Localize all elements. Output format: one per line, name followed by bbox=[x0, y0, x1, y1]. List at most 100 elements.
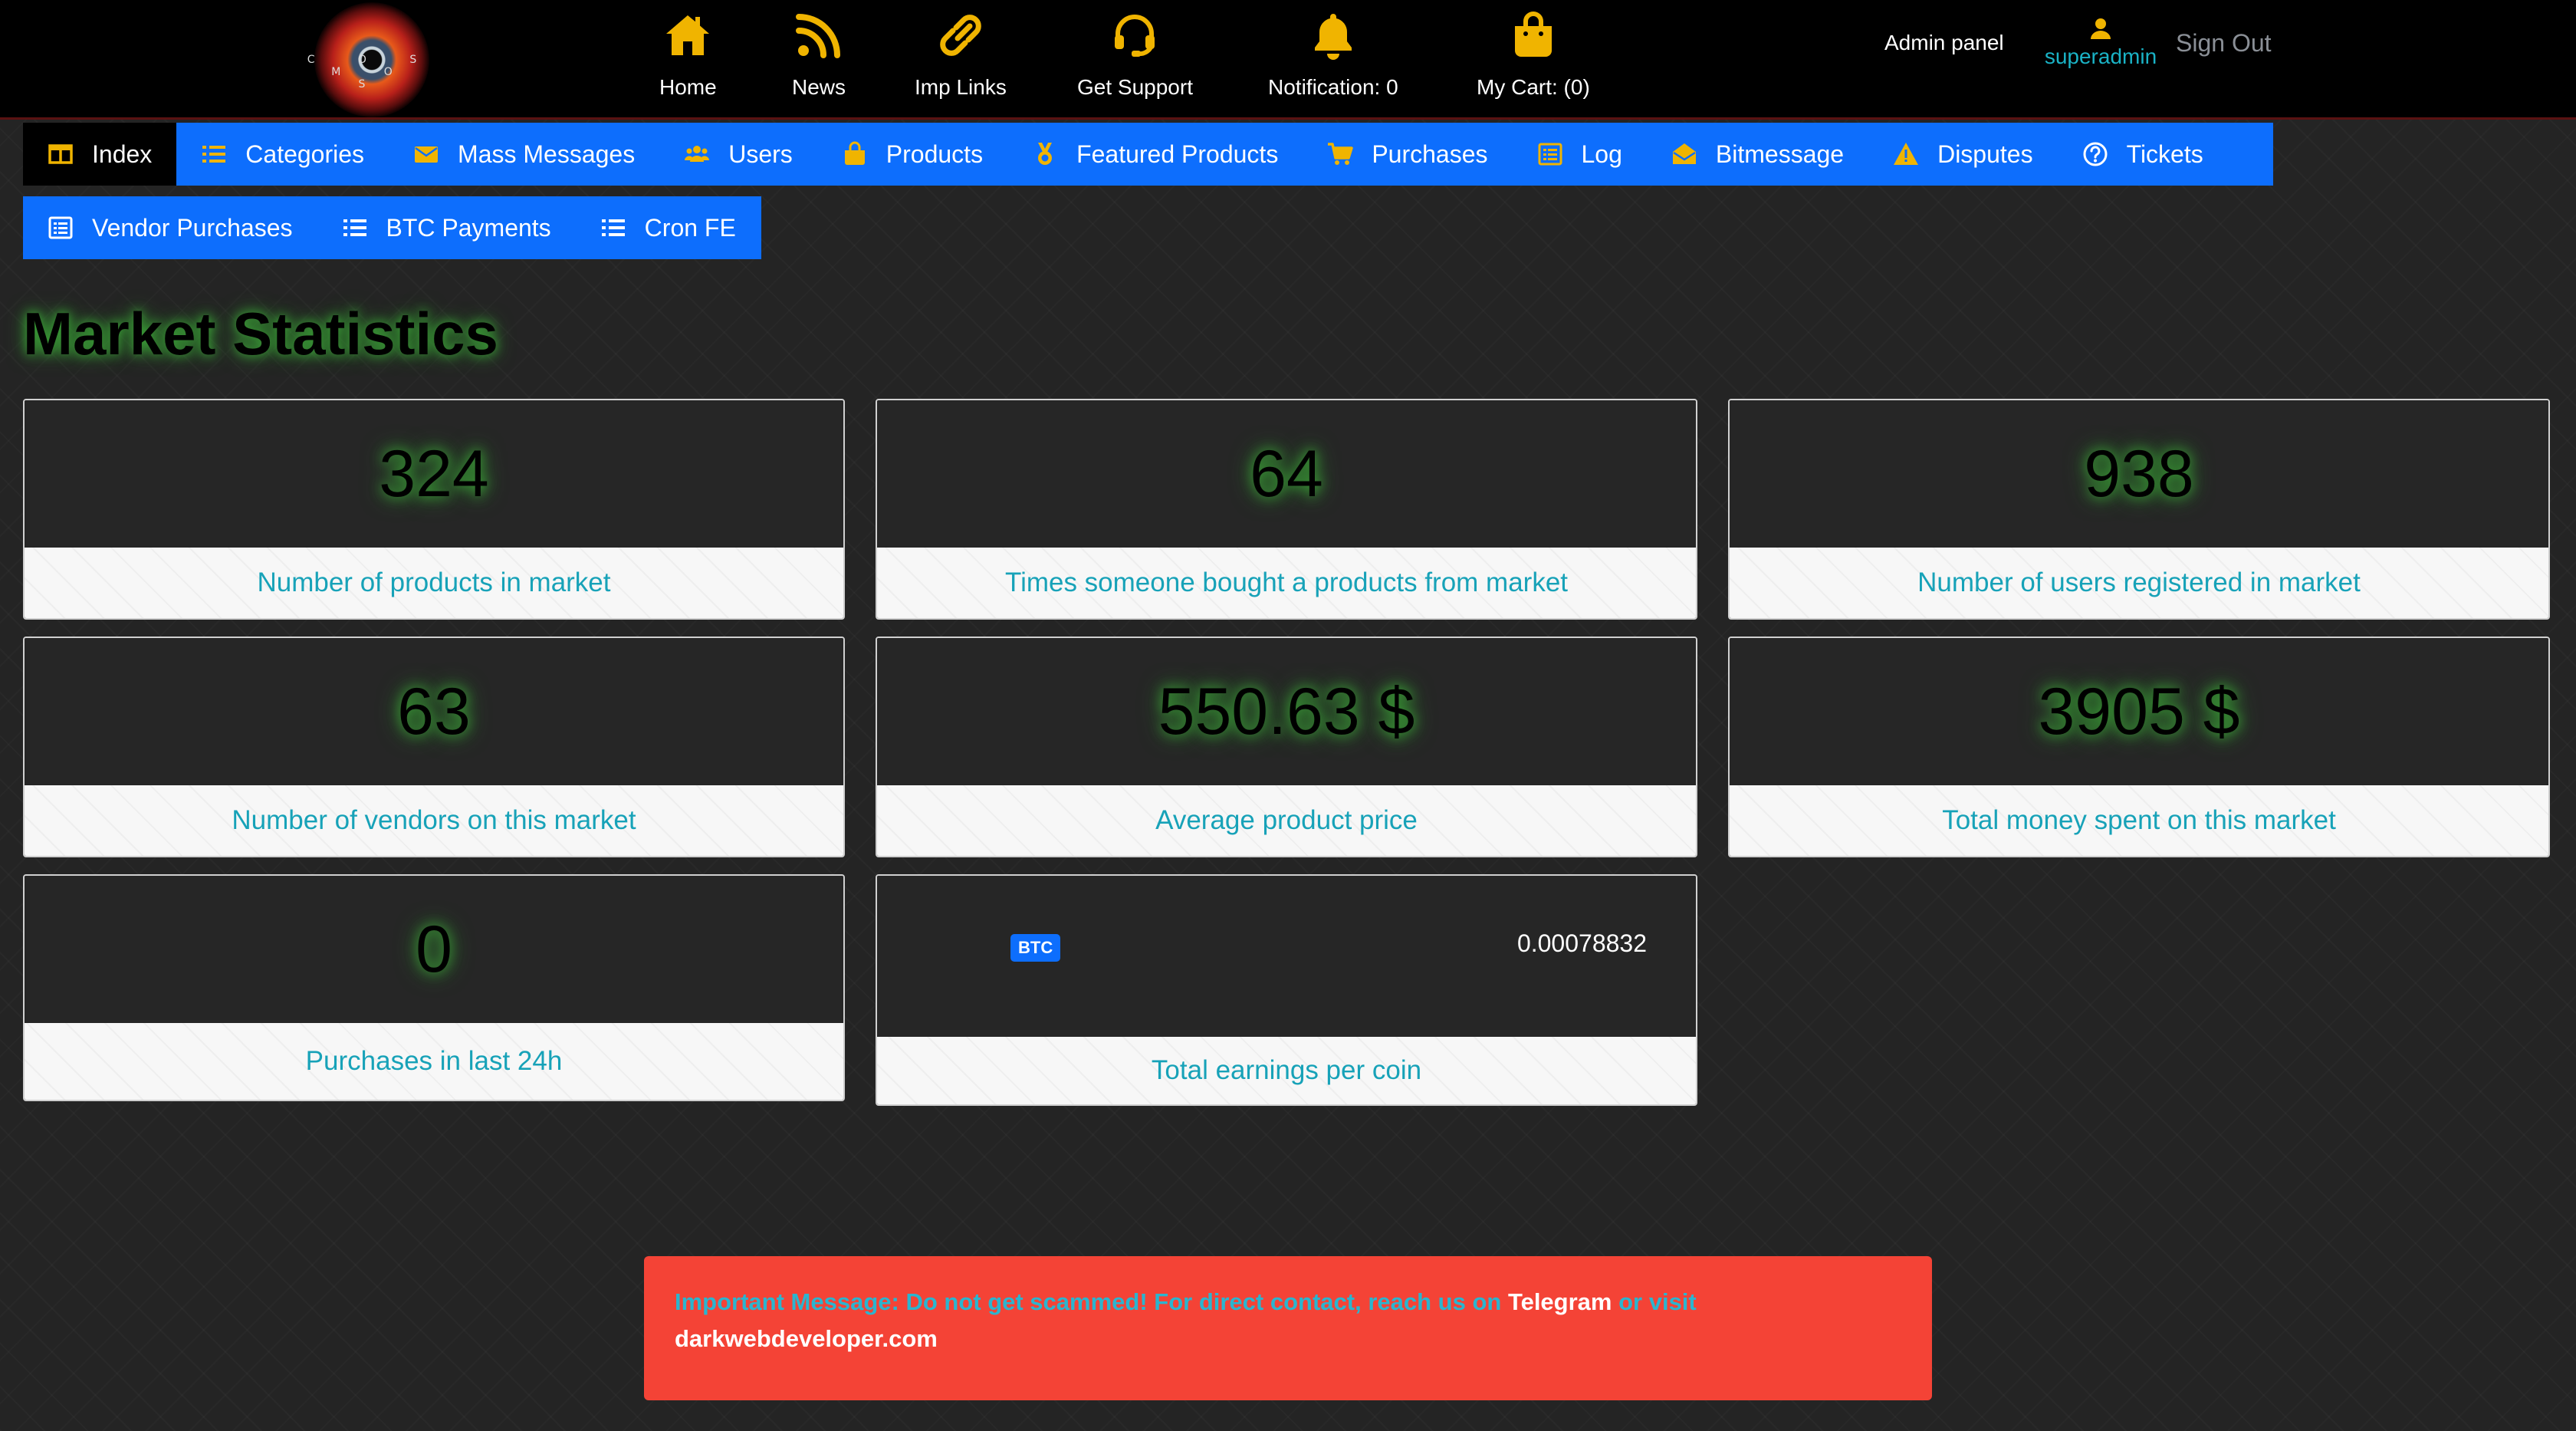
tab-btc-payments-label: BTC Payments bbox=[386, 213, 551, 242]
tab-products[interactable]: Products bbox=[817, 123, 1007, 186]
nav-my-cart[interactable]: My Cart: (0) bbox=[1477, 11, 1590, 103]
stat-card-products: 324 Number of products in market bbox=[23, 399, 845, 620]
stat-label: Total money spent on this market bbox=[1942, 805, 2336, 835]
admin-panel-link[interactable]: Admin panel bbox=[1884, 31, 2004, 55]
cart-icon bbox=[1328, 143, 1354, 165]
username: superadmin bbox=[2044, 44, 2157, 68]
nav-home[interactable]: Home bbox=[659, 11, 717, 103]
envelope-open-icon bbox=[1672, 143, 1696, 164]
tab-index[interactable]: Index bbox=[23, 123, 177, 186]
columns-icon bbox=[48, 144, 73, 164]
nav-get-support-label: Get Support bbox=[1077, 75, 1193, 99]
admin-tab-bar-secondary: Vendor Purchases BTC Payments Cron FE bbox=[23, 196, 761, 259]
tab-tickets[interactable]: Tickets bbox=[2058, 123, 2228, 186]
coin-amount: 0.00078832 bbox=[1516, 929, 1647, 957]
link-icon bbox=[940, 15, 981, 56]
bell-icon bbox=[1314, 14, 1352, 60]
question-circle-icon bbox=[2083, 142, 2108, 166]
logo-text: C O S M O S bbox=[307, 54, 437, 90]
stat-card-total-money: 3905 $ Total money spent on this market bbox=[1728, 637, 2550, 857]
tab-index-label: Index bbox=[92, 140, 153, 168]
tab-bitmessage-label: Bitmessage bbox=[1715, 140, 1845, 168]
stat-card-users: 938 Number of users registered in market bbox=[1728, 399, 2550, 620]
stat-value: 550.63 $ bbox=[1158, 674, 1415, 748]
tab-cron-fe-label: Cron FE bbox=[644, 213, 736, 242]
list-alt-icon bbox=[48, 216, 73, 239]
stat-label: Number of vendors on this market bbox=[232, 805, 636, 835]
warning-icon bbox=[1894, 143, 1919, 165]
nav-imp-links-label: Imp Links bbox=[915, 75, 1007, 99]
tab-vendor-purchases[interactable]: Vendor Purchases bbox=[23, 196, 317, 259]
tab-log[interactable]: Log bbox=[1513, 123, 1647, 186]
tab-btc-payments[interactable]: BTC Payments bbox=[317, 196, 576, 259]
nav-news-label: News bbox=[792, 75, 846, 99]
tab-vendor-purchases-label: Vendor Purchases bbox=[92, 213, 293, 242]
tab-disputes[interactable]: Disputes bbox=[1868, 123, 2058, 186]
stat-value: 3905 $ bbox=[2038, 674, 2240, 748]
tab-mass-messages[interactable]: Mass Messages bbox=[389, 123, 659, 186]
list-icon bbox=[601, 219, 625, 236]
stat-value: 324 bbox=[379, 436, 489, 511]
stat-value: 64 bbox=[1250, 436, 1323, 511]
tab-disputes-label: Disputes bbox=[1937, 140, 2033, 168]
important-message-alert: Important Message: Do not get scammed! F… bbox=[644, 1256, 1932, 1400]
tab-purchases[interactable]: Purchases bbox=[1303, 123, 1512, 186]
sign-out-button[interactable]: Sign Out bbox=[2176, 29, 2272, 58]
stat-label: Number of products in market bbox=[257, 567, 611, 597]
stat-label: Times someone bought a products from mar… bbox=[1004, 567, 1569, 597]
stat-card-vendors: 63 Number of vendors on this market bbox=[23, 637, 845, 857]
medal-icon bbox=[1038, 143, 1053, 165]
list-icon bbox=[202, 146, 226, 163]
envelope-icon bbox=[415, 146, 439, 163]
nav-notification-label: Notification: 0 bbox=[1268, 75, 1398, 99]
stat-card-purchases-24h: 0 Purchases in last 24h bbox=[23, 874, 845, 1101]
nav-get-support[interactable]: Get Support bbox=[1077, 11, 1193, 103]
tab-purchases-label: Purchases bbox=[1372, 140, 1488, 168]
stat-value: 63 bbox=[397, 674, 471, 748]
top-header: C O S M O S Home News Imp Links Get Supp… bbox=[0, 0, 2576, 120]
stat-value: 938 bbox=[2084, 436, 2194, 511]
tab-categories-label: Categories bbox=[245, 140, 365, 168]
tab-featured-products-label: Featured Products bbox=[1076, 140, 1279, 168]
tab-users[interactable]: Users bbox=[659, 123, 817, 186]
tab-tickets-label: Tickets bbox=[2126, 140, 2203, 168]
nav-news[interactable]: News bbox=[792, 11, 846, 103]
bag-icon bbox=[844, 141, 865, 165]
rss-icon bbox=[796, 14, 840, 58]
tab-categories[interactable]: Categories bbox=[176, 123, 389, 186]
tab-users-label: Users bbox=[728, 140, 793, 168]
nav-my-cart-label: My Cart: (0) bbox=[1477, 75, 1590, 99]
page-title: Market Statistics bbox=[23, 300, 498, 367]
alert-text-2: or visit bbox=[1612, 1288, 1697, 1315]
stat-card-earnings-per-coin: BTC 0.00078832 Total earnings per coin bbox=[876, 874, 1697, 1106]
stat-label: Number of users registered in market bbox=[1917, 567, 2361, 597]
headset-icon bbox=[1115, 15, 1155, 57]
user-menu[interactable]: superadmin bbox=[2039, 17, 2162, 69]
stat-value: 0 bbox=[416, 912, 452, 986]
tab-cron-fe[interactable]: Cron FE bbox=[576, 196, 761, 259]
home-icon bbox=[666, 15, 710, 55]
users-icon bbox=[685, 146, 710, 162]
stat-label: Average product price bbox=[1155, 805, 1418, 835]
list-icon bbox=[343, 219, 366, 236]
site-logo[interactable]: C O S M O S bbox=[307, 2, 437, 117]
tab-products-label: Products bbox=[886, 140, 984, 168]
list-alt-icon bbox=[1538, 143, 1562, 166]
tab-mass-messages-label: Mass Messages bbox=[458, 140, 636, 168]
stat-label: Purchases in last 24h bbox=[305, 1046, 563, 1076]
stat-label: Total earnings per coin bbox=[1151, 1055, 1422, 1085]
admin-tab-bar: Index Categories Mass Messages Users Pro… bbox=[23, 123, 2273, 186]
nav-notification[interactable]: Notification: 0 bbox=[1268, 11, 1398, 103]
tab-featured-products[interactable]: Featured Products bbox=[1007, 123, 1303, 186]
tab-log-label: Log bbox=[1581, 140, 1622, 168]
website-link[interactable]: darkwebdeveloper.com bbox=[675, 1325, 938, 1352]
alert-text: Important Message: Do not get scammed! F… bbox=[675, 1288, 1508, 1315]
nav-home-label: Home bbox=[659, 75, 717, 99]
telegram-link[interactable]: Telegram bbox=[1508, 1288, 1612, 1315]
nav-imp-links[interactable]: Imp Links bbox=[915, 11, 1007, 103]
user-icon bbox=[2091, 18, 2111, 39]
coin-badge: BTC bbox=[1010, 934, 1061, 962]
tab-bitmessage[interactable]: Bitmessage bbox=[1647, 123, 1868, 186]
stat-card-purchases: 64 Times someone bought a products from … bbox=[876, 399, 1697, 620]
stat-card-average-price: 550.63 $ Average product price bbox=[876, 637, 1697, 857]
